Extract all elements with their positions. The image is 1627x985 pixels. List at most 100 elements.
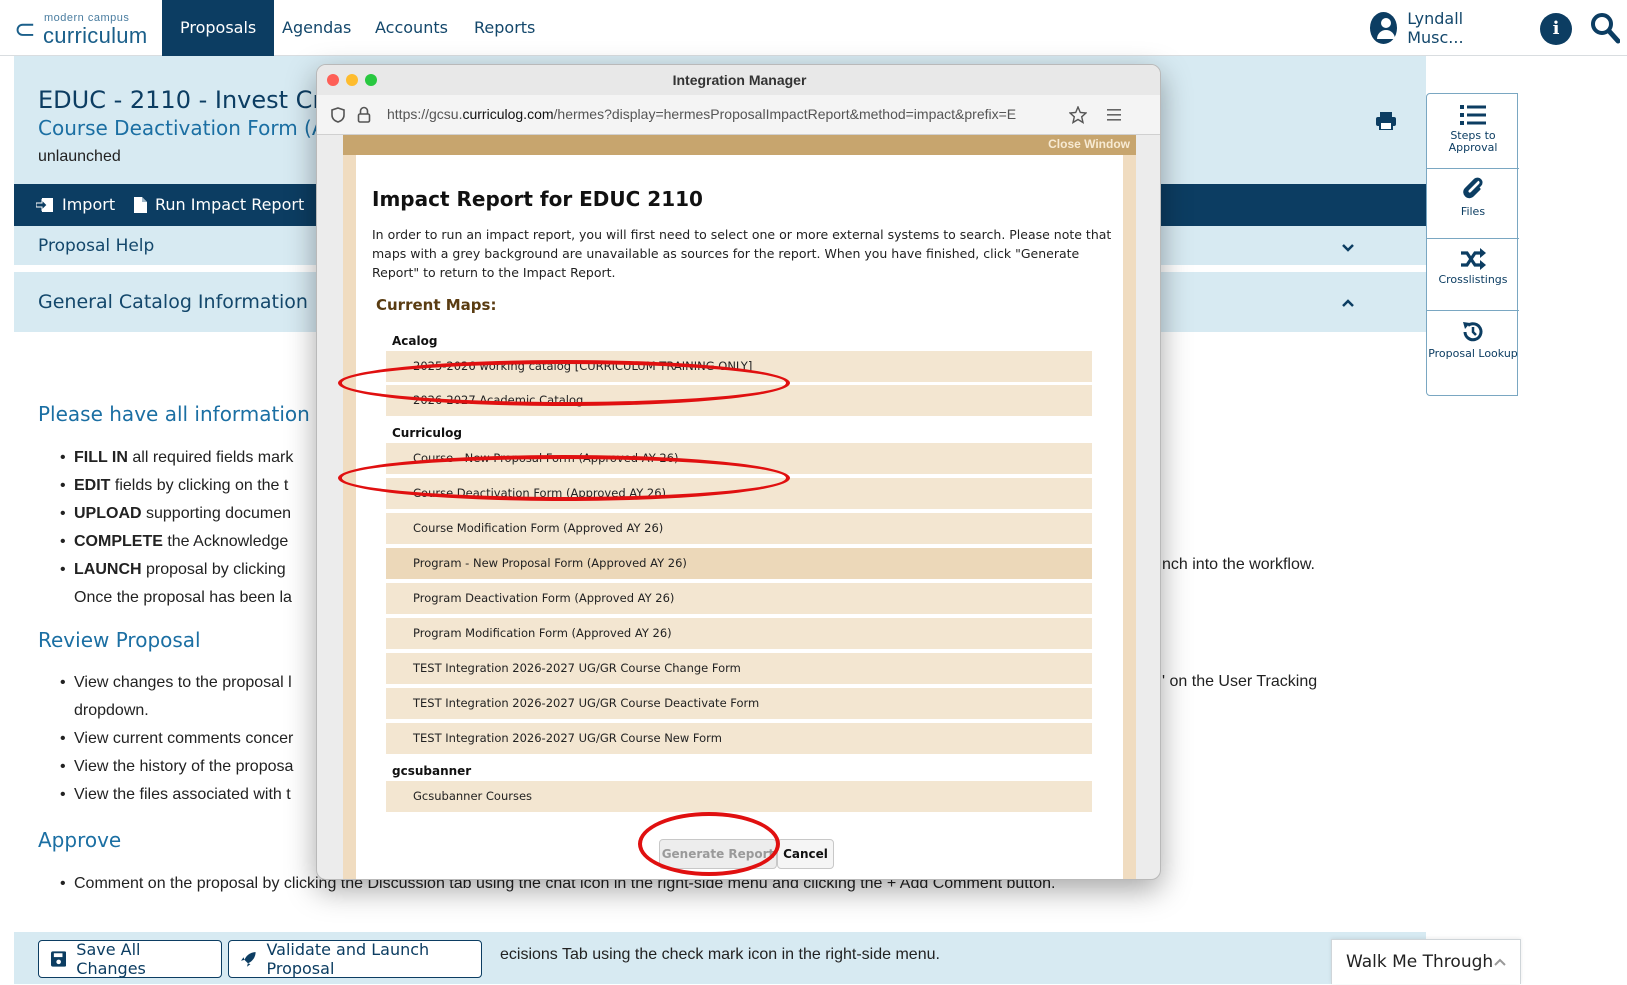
walk-me-label: Walk Me Through: [1346, 952, 1494, 972]
import-icon: [36, 198, 53, 212]
proposal-help-label: Proposal Help: [38, 236, 155, 256]
map-row[interactable]: TEST Integration 2026-2027 UG/GR Course …: [386, 723, 1092, 754]
right-side-menu: Steps to Approval Files Crosslistings Pr…: [1426, 93, 1519, 396]
review-item: View the files associated with t: [60, 781, 293, 809]
form-title: Course Deactivation Form (Appr: [38, 116, 360, 140]
side-menu-steps-to-approval[interactable]: Steps to Approval: [1427, 104, 1519, 154]
logo-big-text: curriculum: [43, 23, 148, 48]
document-icon: [134, 197, 147, 213]
info-icon[interactable]: i: [1540, 13, 1572, 45]
import-label: Import: [62, 195, 116, 214]
save-all-changes-button[interactable]: Save All Changes: [38, 940, 222, 978]
save-all-changes-label: Save All Changes: [76, 940, 146, 978]
close-window-link[interactable]: Close Window: [1048, 137, 1130, 151]
map-group-heading: Acalog: [392, 334, 438, 348]
map-row[interactable]: TEST Integration 2026-2027 UG/GR Course …: [386, 688, 1092, 719]
footer-action-bar: Save All Changes Validate and Launch Pro…: [14, 932, 1426, 984]
top-navigation: ⊂ modern campus curriculum Proposals Age…: [0, 0, 1627, 56]
print-icon[interactable]: [1376, 112, 1396, 130]
chevron-down-icon[interactable]: [1342, 242, 1354, 254]
side-menu-files[interactable]: Files: [1427, 176, 1519, 218]
shield-icon: [331, 107, 345, 123]
approve-heading: Approve: [38, 828, 122, 852]
run-impact-report-button[interactable]: Run Impact Report: [134, 184, 304, 226]
map-group-heading: Curriculog: [392, 426, 462, 440]
chevron-up-icon: [1494, 958, 1506, 966]
menu-icon[interactable]: [1107, 109, 1121, 121]
user-avatar-icon: [1370, 12, 1398, 44]
general-catalog-label: General Catalog Information: [38, 291, 308, 313]
nav-tab-reports[interactable]: Reports: [456, 0, 553, 56]
map-row[interactable]: Program - New Proposal Form (Approved AY…: [386, 548, 1092, 579]
close-window-strip: Close Window: [343, 135, 1136, 155]
shuffle-icon: [1461, 248, 1486, 270]
map-row[interactable]: Program Deactivation Form (Approved AY 2…: [386, 583, 1092, 614]
map-row[interactable]: 2025-2026 working catalog [CURRICULUM TR…: [386, 351, 1092, 382]
validate-and-launch-button[interactable]: Validate and Launch Proposal: [228, 940, 482, 978]
address-bar[interactable]: https://gcsu.curriculog.com/hermes?displ…: [317, 95, 1160, 135]
chevron-up-icon[interactable]: [1342, 297, 1354, 309]
impact-report-description: In order to run an impact report, you wi…: [372, 227, 1112, 280]
instruction-item: UPLOAD supporting documen: [60, 500, 293, 528]
window-title: Integration Manager: [672, 72, 807, 88]
side-menu-crosslistings[interactable]: Crosslistings: [1427, 248, 1519, 286]
please-have-heading: Please have all information for t: [38, 402, 358, 426]
import-button[interactable]: Import: [36, 184, 115, 226]
map-row[interactable]: Gcsubanner Courses: [386, 781, 1092, 812]
rocket-icon: [241, 952, 256, 967]
map-row[interactable]: 2026-2027 Academic Catalog: [386, 385, 1092, 416]
bookmark-star-icon[interactable]: [1069, 106, 1087, 124]
nav-tab-agendas[interactable]: Agendas: [264, 0, 369, 56]
instruction-item: FILL IN all required fields mark: [60, 444, 293, 472]
instruction-continuation: Once the proposal has been la: [74, 589, 292, 606]
user-name: Lyndall Musc...: [1407, 9, 1464, 47]
window-titlebar[interactable]: Integration Manager: [317, 65, 1160, 95]
map-row[interactable]: Course - New Proposal Form (Approved AY …: [386, 443, 1092, 474]
current-maps-heading: Current Maps:: [376, 296, 497, 314]
logo-mark-icon: ⊂: [14, 14, 36, 44]
review-item: View the history of the proposa: [60, 753, 293, 781]
impact-report-page: Impact Report for EDUC 2110 In order to …: [356, 155, 1123, 879]
close-window-dot-icon[interactable]: [327, 74, 339, 86]
paperclip-icon: [1463, 177, 1483, 199]
review-item: View current comments concer: [60, 725, 293, 753]
side-menu-label: Crosslistings: [1438, 273, 1508, 286]
review-tail-text: ' on the User Tracking: [1162, 673, 1318, 690]
side-menu-proposal-lookup[interactable]: Proposal Lookup: [1427, 320, 1519, 360]
integration-manager-window: Integration Manager https://gcsu.curricu…: [316, 64, 1161, 880]
instruction-list: FILL IN all required fields mark EDIT fi…: [60, 444, 293, 612]
review-item-continuation: dropdown.: [74, 702, 149, 719]
maximize-window-dot-icon[interactable]: [365, 74, 377, 86]
cancel-button[interactable]: Cancel: [777, 839, 834, 869]
map-row[interactable]: Course Deactivation Form (Approved AY 26…: [386, 478, 1092, 509]
map-row[interactable]: TEST Integration 2026-2027 UG/GR Course …: [386, 653, 1092, 684]
instruction-tail-text: nch into the workflow.: [1162, 556, 1315, 573]
impact-report-title: Impact Report for EDUC 2110: [372, 187, 703, 211]
map-group-heading: gcsubanner: [392, 764, 472, 778]
instruction-item: EDIT fields by clicking on the t: [60, 472, 293, 500]
review-list: View changes to the proposal l dropdown.…: [60, 669, 293, 809]
review-item: View changes to the proposal l: [60, 669, 293, 697]
generate-report-button[interactable]: Generate Report: [659, 839, 777, 869]
user-menu[interactable]: Lyndall Musc...: [1370, 9, 1507, 47]
url-text[interactable]: https://gcsu.curriculog.com/hermes?displ…: [387, 106, 1067, 122]
approve-item-2-tail: ecisions Tab using the check mark icon i…: [500, 946, 940, 963]
minimize-window-dot-icon[interactable]: [346, 74, 358, 86]
walk-me-through-widget[interactable]: Walk Me Through: [1331, 939, 1521, 984]
map-row[interactable]: Course Modification Form (Approved AY 26…: [386, 513, 1092, 544]
side-menu-label: Files: [1460, 205, 1486, 218]
save-icon: [51, 951, 67, 967]
map-row[interactable]: Program Modification Form (Approved AY 2…: [386, 618, 1092, 649]
search-icon[interactable]: [1590, 12, 1620, 44]
list-icon: [1460, 105, 1486, 125]
nav-tab-accounts[interactable]: Accounts: [357, 0, 466, 56]
validate-and-launch-label: Validate and Launch Proposal: [266, 940, 430, 978]
side-menu-label: Steps to Approval: [1448, 129, 1498, 154]
instruction-item: LAUNCH proposal by clicking: [60, 556, 293, 584]
nav-tab-proposals[interactable]: Proposals: [162, 0, 275, 56]
history-icon: [1463, 322, 1483, 342]
popup-content: Close Window Impact Report for EDUC 2110…: [343, 135, 1136, 879]
review-proposal-heading: Review Proposal: [38, 628, 201, 652]
modern-campus-logo[interactable]: ⊂ modern campus curriculum: [14, 11, 164, 48]
run-impact-report-label: Run Impact Report: [155, 195, 305, 214]
